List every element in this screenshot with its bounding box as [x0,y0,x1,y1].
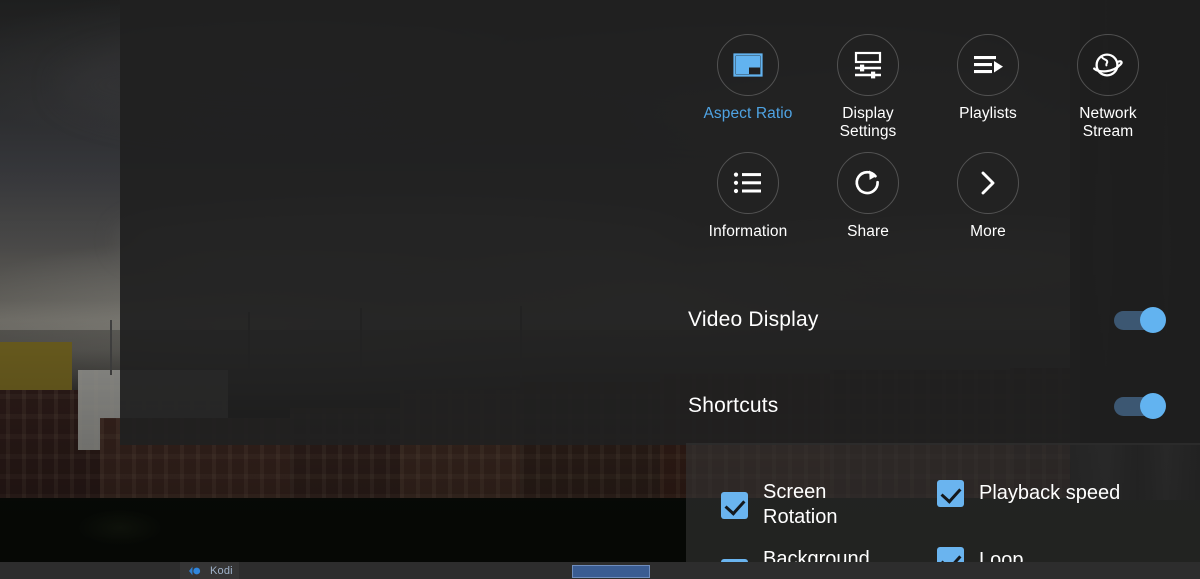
quick-action-network-stream[interactable]: Network Stream [1048,34,1168,141]
shortcuts-panel: Screen Rotation Playback speed Backgroun… [686,443,1200,579]
shortcut-label: Playback speed [979,482,1121,504]
shortcut-screen-rotation[interactable]: Screen Rotation [721,480,838,530]
quick-action-label: Share [847,223,889,240]
taskbar-item-label: Kodi [210,564,233,577]
antenna [110,320,112,375]
information-icon [733,172,761,194]
quick-action-aspect-ratio[interactable]: Aspect Ratio [688,34,808,141]
screen: Aspect Ratio Display Settings Playlists … [0,0,1200,579]
aspect-ratio-icon-circle [717,34,779,96]
toggle-row-video-display[interactable]: Video Display [688,303,1166,337]
quick-action-playlists[interactable]: Playlists [928,34,1048,141]
shortcut-playback-speed[interactable]: Playback speed [937,480,1120,507]
more-icon-circle [957,152,1019,214]
taskbar-item-kodi[interactable]: Kodi [180,562,239,579]
switch-thumb [1140,307,1166,333]
toggle-row-shortcuts[interactable]: Shortcuts [688,389,1166,423]
playlists-icon-circle [957,34,1019,96]
display-settings-icon-circle [837,34,899,96]
video-display-switch[interactable] [1114,307,1166,333]
shortcut-checkbox[interactable] [721,491,748,519]
quick-action-label: Information [708,223,788,240]
quick-action-more[interactable]: More [928,152,1048,241]
quick-action-row-1: Aspect Ratio Display Settings Playlists … [688,34,1200,141]
quick-action-label: Network Stream [1079,105,1137,140]
aspect-ratio-icon [733,53,763,77]
kodi-logo-icon [189,566,201,575]
quick-action-information[interactable]: Information [688,152,808,241]
display-settings-icon [854,51,882,79]
taskbar: Kodi [0,562,1200,579]
network-stream-icon [1093,53,1123,77]
toggle-label: Shortcuts [688,394,779,417]
quick-action-display-settings[interactable]: Display Settings [808,34,928,141]
toggle-label: Video Display [688,308,819,331]
shortcut-label: Screen Rotation [763,481,838,528]
quick-action-label: Playlists [959,105,1017,122]
network-stream-icon-circle [1077,34,1139,96]
quick-action-share[interactable]: Share [808,152,928,241]
information-icon-circle [717,152,779,214]
quick-action-label: More [970,223,1006,240]
taskbar-progress-indicator[interactable] [572,565,650,578]
quick-action-label: Aspect Ratio [703,105,793,122]
quick-action-row-2: Information Share More [688,152,1200,241]
shortcuts-switch[interactable] [1114,393,1166,419]
share-icon-circle [837,152,899,214]
switch-thumb [1140,393,1166,419]
chevron-right-icon [981,171,995,195]
share-icon [855,170,879,195]
quick-action-grid: Aspect Ratio Display Settings Playlists … [688,34,1200,241]
playlists-icon [974,56,1003,74]
quick-action-label: Display Settings [839,105,897,140]
shortcut-checkbox[interactable] [937,480,964,507]
